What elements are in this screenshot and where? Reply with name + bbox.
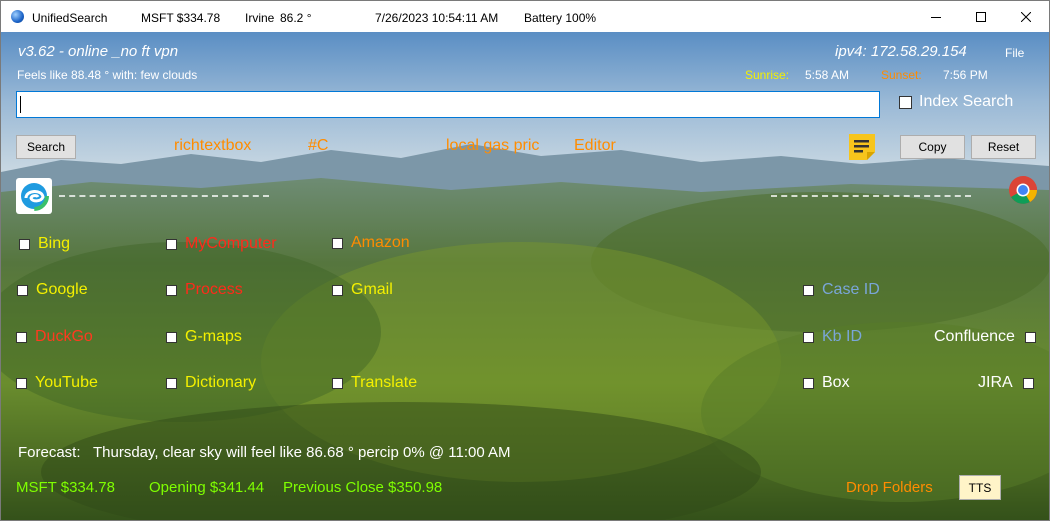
local-gas-link[interactable]: local gas pric [446,137,539,155]
drop-folders-link[interactable]: Drop Folders [846,479,933,496]
gmaps-link[interactable]: G-maps [185,328,242,346]
confluence-link[interactable]: Confluence [934,328,1015,346]
footer-opening: Opening $341.44 [149,479,265,496]
version-label: v3.62 - online _no ft vpn [18,43,179,60]
kbid-link[interactable]: Kb ID [822,328,862,346]
translate-link[interactable]: Translate [351,374,417,392]
title-city: Irvine [245,11,275,25]
box-link[interactable]: Box [822,374,850,392]
maximize-icon [976,11,986,22]
reset-button[interactable]: Reset [971,135,1036,159]
title-temp: 86.2 ° [280,11,312,25]
chrome-icon [1009,176,1037,204]
app-window: UnifiedSearch MSFT $334.78 Irvine 86.2 °… [0,0,1050,521]
process-link[interactable]: Process [185,281,243,299]
ipv4-label: ipv4: 172.58.29.154 [835,43,967,60]
richtextbox-link[interactable]: richtextbox [174,137,251,155]
title-battery: Battery 100% [524,11,597,25]
youtube-link[interactable]: YouTube [35,374,98,392]
csharp-link[interactable]: #C [308,137,328,155]
amazon-checkbox[interactable] [332,238,343,249]
translate-checkbox[interactable] [332,378,343,389]
sunrise-label: Sunrise: [745,68,790,82]
google-checkbox[interactable] [17,285,28,296]
kbid-checkbox[interactable] [803,332,814,343]
dictionary-checkbox[interactable] [166,378,177,389]
edge-icon [19,181,49,211]
footer-previous-close: Previous Close $350.98 [283,479,443,496]
mycomputer-checkbox[interactable] [166,239,177,250]
duckgo-link[interactable]: DuckGo [35,328,93,346]
edge-divider [59,195,269,197]
duckgo-checkbox[interactable] [16,332,27,343]
caseid-link[interactable]: Case ID [822,281,880,299]
title-bar: UnifiedSearch MSFT $334.78 Irvine 86.2 °… [1,1,1049,32]
jira-link[interactable]: JIRA [978,374,1013,392]
chrome-divider [771,195,971,197]
process-checkbox[interactable] [166,285,177,296]
google-link[interactable]: Google [36,281,88,299]
close-icon [1021,11,1031,22]
file-menu[interactable]: File [1005,46,1024,60]
bing-link[interactable]: Bing [38,235,70,253]
globe-icon [11,10,24,23]
editor-link[interactable]: Editor [574,137,616,155]
search-input[interactable] [16,91,880,118]
app-title: UnifiedSearch [32,11,108,25]
title-datetime: 7/26/2023 10:54:11 AM [375,11,499,25]
gmail-checkbox[interactable] [332,285,343,296]
dictionary-link[interactable]: Dictionary [185,374,256,392]
index-search-checkbox[interactable] [899,96,912,109]
sticky-notes-icon [849,134,875,160]
feels-like-label: Feels like 88.48 ° with: few clouds [17,68,198,82]
copy-button[interactable]: Copy [900,135,965,159]
sunrise-time: 5:58 AM [805,68,850,82]
box-checkbox[interactable] [803,378,814,389]
footer-stock: MSFT $334.78 [16,479,115,496]
forecast-label: Forecast: [18,444,81,461]
sunset-label: Sunset: [881,68,922,82]
jira-checkbox[interactable] [1023,378,1034,389]
mycomputer-link[interactable]: MyComputer [185,235,277,253]
bing-checkbox[interactable] [19,239,30,250]
edge-browser-button[interactable] [16,178,52,214]
maximize-button[interactable] [958,1,1004,32]
gmail-link[interactable]: Gmail [351,281,393,299]
minimize-icon [931,16,941,18]
sunset-time: 7:56 PM [943,68,988,82]
title-stock: MSFT $334.78 [141,11,221,25]
minimize-button[interactable] [913,1,959,32]
text-caret [20,96,21,113]
chrome-browser-button[interactable] [1008,175,1038,205]
youtube-checkbox[interactable] [16,378,27,389]
search-button[interactable]: Search [16,135,76,159]
amazon-link[interactable]: Amazon [351,234,410,252]
index-search-label: Index Search [919,93,1014,110]
main-panel: v3.62 - online _no ft vpn Feels like 88.… [1,32,1049,520]
tts-button[interactable]: TTS [959,475,1001,500]
caseid-checkbox[interactable] [803,285,814,296]
forecast-text: Thursday, clear sky will feel like 86.68… [93,444,511,461]
close-button[interactable] [1003,1,1049,32]
sticky-notes-button[interactable] [847,132,877,162]
gmaps-checkbox[interactable] [166,332,177,343]
confluence-checkbox[interactable] [1025,332,1036,343]
